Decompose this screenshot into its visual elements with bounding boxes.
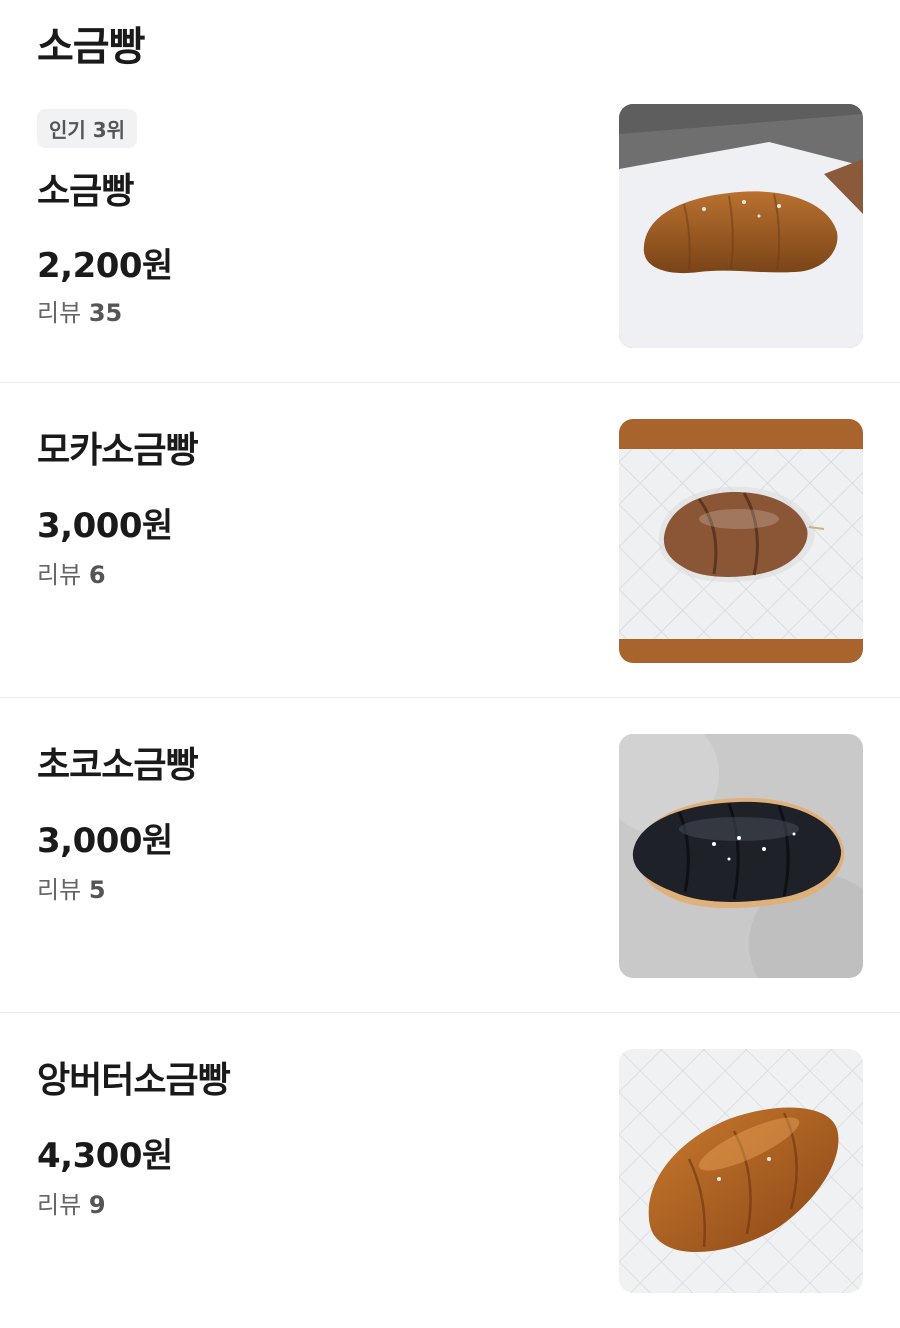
menu-item-reviews: 리뷰 9 <box>37 1185 106 1220</box>
review-label: 리뷰 <box>37 299 82 327</box>
menu-item-price: 2,200원 <box>37 246 173 286</box>
mocha-salt-bread-photo[interactable] <box>619 419 863 663</box>
menu-item-choco-salt-bread[interactable]: 초코소금빵 3,000원 리뷰 5 <box>0 698 900 1013</box>
menu-list: 인기 3위 소금빵 2,200원 리뷰 35 모카소금빵 3,000원 리뷰 6… <box>0 90 900 1328</box>
review-count: 5 <box>88 876 106 904</box>
menu-item-name: 모카소금빵 <box>37 430 199 471</box>
menu-item-name: 앙버터소금빵 <box>37 1060 231 1101</box>
salt-bread-photo[interactable] <box>619 104 863 348</box>
menu-item-salt-bread[interactable]: 인기 3위 소금빵 2,200원 리뷰 35 <box>0 90 900 383</box>
menu-item-mocha-salt-bread[interactable]: 모카소금빵 3,000원 리뷰 6 <box>0 383 900 698</box>
review-label: 리뷰 <box>37 1191 82 1219</box>
review-count: 9 <box>88 1191 106 1219</box>
review-count: 35 <box>88 299 123 327</box>
menu-item-name: 초코소금빵 <box>37 745 199 786</box>
menu-item-reviews: 리뷰 5 <box>37 870 106 905</box>
section-title: 소금빵 <box>37 24 145 70</box>
menu-item-reviews: 리뷰 6 <box>37 555 106 590</box>
menu-item-price: 4,300원 <box>37 1136 173 1176</box>
choco-salt-bread-photo[interactable] <box>619 734 863 978</box>
menu-item-price: 3,000원 <box>37 506 173 546</box>
menu-item-anbutter-salt-bread[interactable]: 앙버터소금빵 4,300원 리뷰 9 <box>0 1013 900 1328</box>
menu-item-price: 3,000원 <box>37 821 173 861</box>
menu-item-name: 소금빵 <box>37 171 134 212</box>
popularity-badge: 인기 3위 <box>37 109 138 148</box>
review-label: 리뷰 <box>37 561 82 589</box>
review-count: 6 <box>88 561 106 589</box>
menu-item-reviews: 리뷰 35 <box>37 293 122 328</box>
anbutter-salt-bread-photo[interactable] <box>619 1049 863 1293</box>
review-label: 리뷰 <box>37 876 82 904</box>
